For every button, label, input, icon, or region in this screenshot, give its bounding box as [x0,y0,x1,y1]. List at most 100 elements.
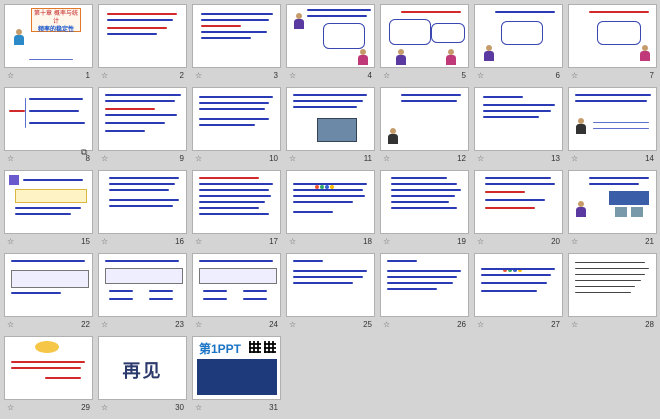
slide-number: 7 [649,71,654,80]
slide-number: 19 [457,237,466,246]
star-icon[interactable]: ☆ [101,154,108,164]
star-icon[interactable]: ☆ [101,71,108,81]
star-icon[interactable]: ☆ [195,403,202,413]
slide-thumbnail-2[interactable]: ☆ 2 [98,4,187,87]
slide-thumbnail-21[interactable]: ☆ 21 [568,170,657,253]
slide-number: 27 [551,320,560,329]
slide-number: 22 [81,320,90,329]
star-icon[interactable]: ☆ [7,154,14,164]
slide-number: 5 [461,71,466,80]
star-icon[interactable]: ☆ [477,71,484,81]
star-icon[interactable]: ☆ [477,320,484,330]
star-icon[interactable]: ☆ [571,154,578,164]
slide-number: 6 [555,71,560,80]
slide-thumbnail-30[interactable]: 再见 ☆ 30 [98,336,187,419]
slide-thumbnail-25[interactable]: ☆ 25 [286,253,375,336]
star-icon[interactable]: ☆ [101,403,108,413]
slide-thumbnail-20[interactable]: ☆ 20 [474,170,563,253]
slide-thumbnail-12[interactable]: ☆ 12 [380,87,469,170]
slide-number: 15 [81,237,90,246]
star-icon[interactable]: ☆ [101,237,108,247]
slide-thumbnail-13[interactable]: ☆ 13 [474,87,563,170]
slide-number: 25 [363,320,372,329]
slide-thumbnail-9[interactable]: ☆ 9 [98,87,187,170]
slide-number: 4 [367,71,372,80]
goodbye-text: 再见 [122,361,163,382]
star-icon[interactable]: ☆ [289,71,296,81]
slide-thumbnail-18[interactable]: ☆ 18 [286,170,375,253]
star-icon[interactable]: ☆ [571,320,578,330]
star-icon[interactable]: ☆ [571,71,578,81]
slide-thumbnail-5[interactable]: ☆ 5 [380,4,469,87]
slide-thumbnail-27[interactable]: ☆ 27 [474,253,563,336]
slide-number: 28 [645,320,654,329]
qr-code-icon [264,341,276,353]
slide-number: 1 [85,71,90,80]
slide-number: 3 [273,71,278,80]
star-icon[interactable]: ☆ [101,320,108,330]
star-icon[interactable]: ☆ [289,237,296,247]
slide-number: 20 [551,237,560,246]
slide-number: 18 [363,237,372,246]
star-icon[interactable]: ☆ [383,154,390,164]
slide-number: 16 [175,237,184,246]
star-icon[interactable]: ☆ [7,403,14,413]
slide-thumbnail-24[interactable]: ☆ 24 [192,253,281,336]
star-icon[interactable]: ☆ [7,320,14,330]
slide-number: 2 [179,71,184,80]
slide-number: 9 [179,154,184,163]
slide-number: 24 [269,320,278,329]
slide-thumbnail-19[interactable]: ☆ 19 [380,170,469,253]
slide-thumbnail-14[interactable]: ☆ 14 [568,87,657,170]
star-icon[interactable]: ☆ [7,71,14,81]
slide-thumbnail-3[interactable]: ☆ 3 [192,4,281,87]
star-icon[interactable]: ☆ [195,320,202,330]
slide-thumbnail-28[interactable]: ☆ 28 [568,253,657,336]
slide-sorter-grid: 第十章 概率与统计 频率的稳定性 ☆ 1 ☆ 2 ☆ 3 ☆ 4 ☆ 5 ☆ 6… [4,4,657,419]
star-icon[interactable]: ☆ [195,154,202,164]
slide-number: 29 [81,403,90,412]
star-icon[interactable]: ☆ [289,320,296,330]
star-icon[interactable]: ☆ [195,71,202,81]
qr-code-icon [249,341,261,353]
slide-number: 31 [269,403,278,412]
slide-number: 30 [175,403,184,412]
slide-thumbnail-10[interactable]: ☆ 10 [192,87,281,170]
slide-number: 12 [457,154,466,163]
star-icon[interactable]: ☆ [289,154,296,164]
star-icon[interactable]: ☆ [383,71,390,81]
link-icon: ⧉ [81,148,88,158]
slide-thumbnail-8[interactable]: ☆ 8 [4,87,93,170]
star-icon[interactable]: ☆ [195,237,202,247]
slide-1-title: 第十章 概率与统计 [34,10,78,25]
star-icon[interactable]: ☆ [477,154,484,164]
slide-thumbnail-26[interactable]: ☆ 26 [380,253,469,336]
slide-thumbnail-11[interactable]: ☆ 11 [286,87,375,170]
slide-thumbnail-16[interactable]: ☆ 16 [98,170,187,253]
slide-number: 17 [269,237,278,246]
slide-number: 11 [363,154,372,163]
star-icon[interactable]: ☆ [477,237,484,247]
slide-thumbnail-31[interactable]: 第1PPT ☆ 31 [192,336,281,419]
slide-thumbnail-4[interactable]: ☆ 4 [286,4,375,87]
slide-number: 10 [269,154,278,163]
slide-thumbnail-23[interactable]: ☆ 23 [98,253,187,336]
star-icon[interactable]: ☆ [383,237,390,247]
slide-number: 23 [175,320,184,329]
slide-thumbnail-22[interactable]: ☆ 22 [4,253,93,336]
star-icon[interactable]: ☆ [7,237,14,247]
slide-number: 21 [645,237,654,246]
slide-thumbnail-6[interactable]: ☆ 6 [474,4,563,87]
slide-thumbnail-29[interactable]: ☆ 29 [4,336,93,419]
slide-number: 26 [457,320,466,329]
slide-thumbnail-15[interactable]: ☆ 15 [4,170,93,253]
slide-thumbnail-7[interactable]: ☆ 7 [568,4,657,87]
star-icon[interactable]: ☆ [571,237,578,247]
slide-thumbnail-17[interactable]: ☆ 17 [192,170,281,253]
slide-number: 14 [645,154,654,163]
star-icon[interactable]: ☆ [383,320,390,330]
slide-thumbnail-1[interactable]: 第十章 概率与统计 频率的稳定性 ☆ 1 [4,4,93,87]
brand-logo: 第1PPT [199,342,242,356]
slide-1-subtitle: 频率的稳定性 [37,26,74,33]
slide-number: 13 [551,154,560,163]
